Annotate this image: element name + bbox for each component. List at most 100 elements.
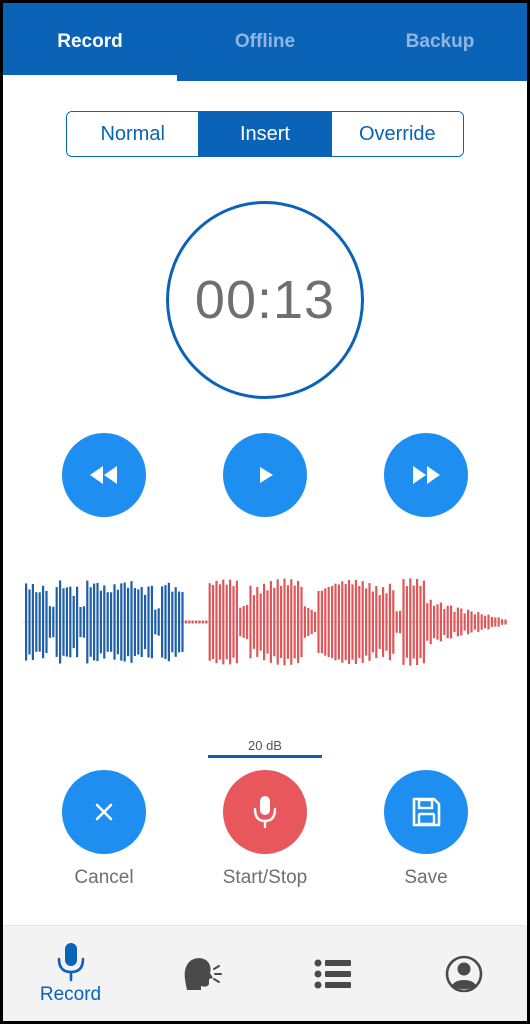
mode-segmented-control: Normal Insert Override: [66, 111, 464, 157]
nav-list[interactable]: [267, 926, 398, 1021]
top-tab-bar: Record Offline Backup: [3, 3, 527, 81]
waveform-bar: [269, 581, 272, 663]
waveform-bar: [494, 617, 497, 627]
waveform-bar: [504, 619, 507, 625]
waveform-bar: [293, 585, 296, 659]
waveform-bar: [307, 607, 310, 637]
waveform-bar: [140, 587, 143, 657]
waveform-bar: [205, 620, 208, 624]
nav-record[interactable]: Record: [5, 926, 136, 1021]
waveform-bar: [263, 583, 266, 661]
waveform-bar: [463, 613, 466, 631]
waveform-bar: [25, 583, 28, 661]
waveform-bar: [242, 606, 245, 638]
waveform-bar: [72, 595, 75, 649]
play-button[interactable]: [223, 433, 307, 517]
waveform-bar: [55, 587, 58, 657]
start-stop-label: Start/Stop: [222, 867, 308, 888]
waveform-bar: [286, 585, 289, 659]
mode-insert[interactable]: Insert: [198, 112, 331, 156]
waveform-bar: [89, 587, 92, 657]
waveform-bar: [266, 590, 269, 654]
mode-override[interactable]: Override: [330, 112, 463, 156]
waveform-bar: [388, 583, 391, 661]
waveform-bar: [354, 579, 357, 665]
waveform-bar: [137, 589, 140, 655]
waveform-bar: [426, 603, 429, 641]
waveform-bar: [446, 605, 449, 639]
waveform-bar: [35, 592, 38, 652]
cancel-label: Cancel: [74, 867, 134, 888]
save-label: Save: [404, 867, 448, 888]
db-level-label: 20 dB: [248, 738, 282, 753]
waveform-bar: [341, 581, 344, 663]
waveform-bar: [65, 587, 68, 657]
waveform-bar: [86, 580, 89, 664]
waveform-bar: [497, 617, 500, 627]
mode-normal[interactable]: Normal: [67, 112, 199, 156]
fast-forward-button[interactable]: [384, 433, 468, 517]
waveform-bar: [392, 590, 395, 654]
waveform-bar: [348, 580, 351, 664]
waveform-bar: [174, 587, 177, 657]
bottom-navigation: Record: [3, 925, 527, 1021]
waveform-bar: [382, 587, 385, 657]
waveform-bar: [235, 580, 238, 664]
waveform-bar: [334, 583, 337, 661]
waveform-bar: [116, 589, 119, 655]
play-icon: [260, 467, 273, 483]
waveform-bar: [344, 583, 347, 661]
tab-backup[interactable]: Backup: [353, 3, 527, 81]
waveform-bar: [239, 607, 242, 637]
waveform-bar: [154, 609, 157, 635]
waveform-bar: [113, 584, 116, 660]
nav-profile[interactable]: [398, 926, 527, 1021]
waveform-bar: [198, 620, 201, 624]
waveform-bar: [429, 599, 432, 645]
waveform-bar: [409, 578, 412, 666]
waveform-bar: [133, 588, 136, 656]
waveform-bar: [473, 614, 476, 630]
waveform-bar: [184, 620, 187, 624]
nav-dictation[interactable]: [136, 926, 267, 1021]
waveform-bar: [164, 585, 167, 659]
waveform-bar: [256, 587, 259, 657]
waveform-bar: [62, 588, 65, 656]
waveform-bar: [38, 592, 41, 652]
save-button[interactable]: [384, 770, 468, 854]
waveform-bar: [470, 611, 473, 633]
waveform-bar: [232, 586, 235, 658]
waveform-bar: [59, 580, 62, 664]
waveform-bar: [501, 619, 504, 625]
waveform-bar: [157, 608, 160, 636]
waveform-bar: [439, 602, 442, 642]
audio-waveform[interactable]: [3, 563, 527, 681]
waveform-bar: [317, 591, 320, 653]
waveform-bar: [120, 583, 123, 661]
waveform-bar: [161, 586, 164, 658]
waveform-bar: [99, 590, 102, 654]
waveform-bar: [422, 580, 425, 664]
waveform-bar: [96, 582, 99, 662]
waveform-bar: [450, 605, 453, 639]
waveform-bar: [290, 579, 293, 665]
waveform-bar: [28, 589, 31, 655]
waveform-bar: [371, 591, 374, 653]
waveform-bar: [106, 592, 109, 652]
rewind-button[interactable]: [62, 433, 146, 517]
waveform-bar: [215, 580, 218, 664]
waveform-bar: [229, 579, 232, 665]
waveform-bar: [93, 583, 96, 661]
waveform-bar: [212, 584, 215, 660]
waveform-bar: [484, 615, 487, 629]
start-stop-record-button[interactable]: [223, 770, 307, 854]
waveform-bar: [368, 583, 371, 661]
timer-display: 00:13: [194, 270, 336, 330]
active-tab-indicator: [3, 75, 177, 81]
cancel-button[interactable]: [62, 770, 146, 854]
tab-record[interactable]: Record: [3, 3, 177, 81]
waveform-bar: [130, 581, 133, 663]
waveform-bar: [436, 604, 439, 640]
waveform-bar: [399, 610, 402, 634]
tab-offline[interactable]: Offline: [178, 3, 352, 81]
